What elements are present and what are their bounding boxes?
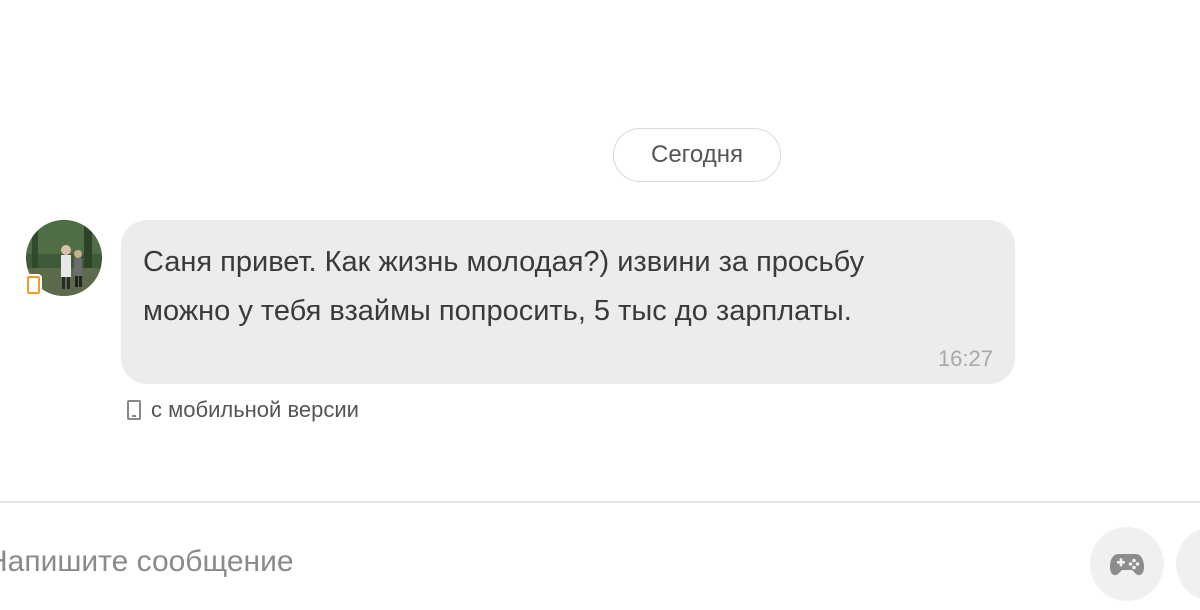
message-text: Саня привет. Как жизнь молодая?) извини … bbox=[143, 246, 865, 327]
date-separator: Сегодня bbox=[613, 128, 781, 182]
games-button[interactable] bbox=[1090, 527, 1164, 601]
mobile-status-icon bbox=[24, 274, 42, 296]
phone-icon bbox=[26, 276, 40, 294]
message-source-label: с мобильной версии bbox=[151, 397, 359, 422]
date-separator-label: Сегодня bbox=[651, 141, 743, 168]
phone-icon bbox=[127, 400, 141, 420]
message-composer bbox=[0, 503, 1200, 610]
message-bubble[interactable]: Саня привет. Как жизнь молодая?) извини … bbox=[121, 220, 1015, 384]
chat-history: Сегодня Саня привет. Как жизнь молодая?)… bbox=[0, 0, 1200, 500]
message-source-note: с мобильной версии bbox=[127, 396, 359, 424]
message-input[interactable] bbox=[0, 531, 1060, 593]
message-time: 16:27 bbox=[937, 346, 993, 371]
attach-button[interactable] bbox=[1176, 527, 1200, 601]
gamepad-icon bbox=[1110, 554, 1144, 576]
